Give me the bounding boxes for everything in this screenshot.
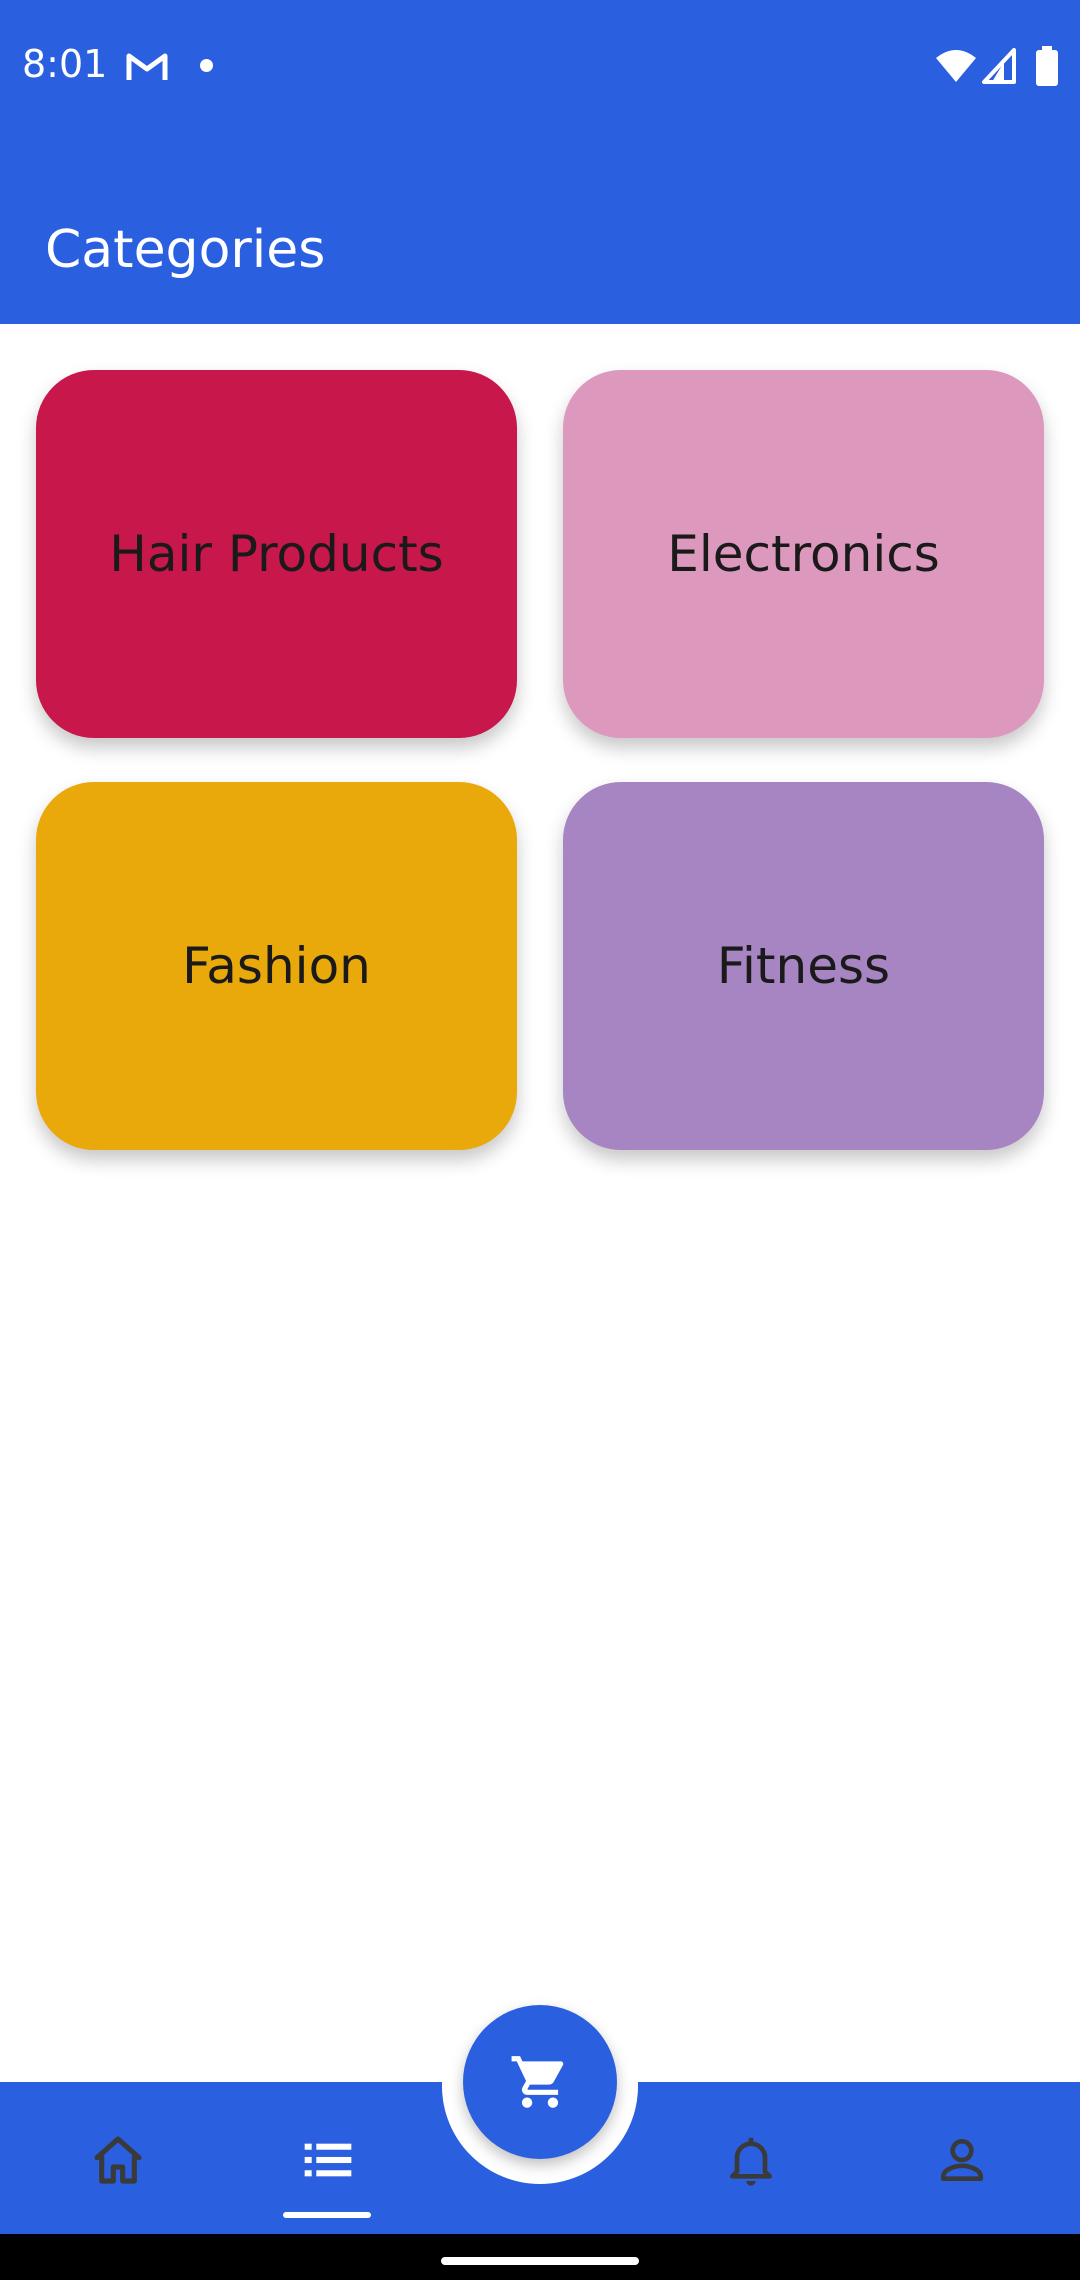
category-card-electronics[interactable]: Electronics (563, 370, 1044, 738)
gmail-icon (126, 50, 168, 82)
app-header: 8:01 Categories (0, 0, 1080, 324)
category-label: Hair Products (109, 525, 444, 583)
category-label: Fashion (182, 937, 371, 995)
battery-icon (1036, 46, 1058, 86)
cart-button[interactable] (463, 2005, 617, 2159)
nav-profile[interactable] (930, 2124, 994, 2196)
page-title: Categories (45, 220, 326, 280)
notification-dot-icon (200, 59, 213, 72)
status-bar: 8:01 (0, 0, 1080, 130)
category-card-hair-products[interactable]: Hair Products (36, 370, 517, 738)
person-icon (941, 2139, 983, 2181)
category-grid: Hair Products Electronics Fashion Fitnes… (36, 370, 1044, 1150)
wifi-icon (936, 48, 976, 84)
cart-icon (511, 2056, 564, 2108)
category-card-fitness[interactable]: Fitness (563, 782, 1044, 1150)
status-time: 8:01 (22, 42, 108, 86)
signal-icon (982, 48, 1016, 84)
category-label: Electronics (667, 525, 940, 583)
nav-home[interactable] (86, 2124, 150, 2196)
bell-icon (730, 2137, 772, 2186)
nav-categories[interactable] (296, 2124, 360, 2196)
home-gesture-handle[interactable] (441, 2257, 639, 2265)
home-icon (94, 2136, 142, 2184)
active-tab-indicator (283, 2212, 371, 2218)
nav-notifications[interactable] (719, 2124, 783, 2196)
category-label: Fitness (716, 937, 891, 995)
list-icon (304, 2143, 352, 2177)
category-card-fashion[interactable]: Fashion (36, 782, 517, 1150)
